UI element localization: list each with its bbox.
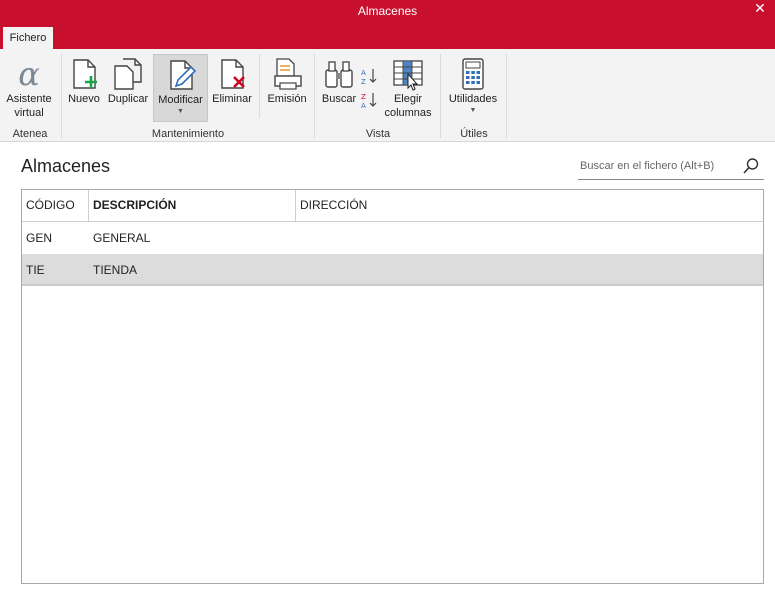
group-label-atenea: Atenea xyxy=(12,128,48,140)
calculator-icon xyxy=(462,58,484,90)
group-divider xyxy=(61,54,62,138)
emision-button[interactable]: Emisión xyxy=(265,54,309,124)
emision-label: Emisión xyxy=(267,93,307,105)
svg-text:A: A xyxy=(361,69,366,77)
close-button[interactable]: ✕ xyxy=(745,0,775,22)
cell-descripcion: TIENDA xyxy=(93,263,138,277)
cell-direccion xyxy=(296,222,756,254)
duplicate-icon xyxy=(114,58,142,90)
buscar-button[interactable]: Buscar xyxy=(320,54,358,124)
page-title: Almacenes xyxy=(21,156,111,176)
search-input[interactable] xyxy=(578,157,733,175)
nuevo-button[interactable]: Nuevo xyxy=(66,54,102,124)
utilidades-button[interactable]: Utilidades ▼ xyxy=(445,54,501,124)
eliminar-button[interactable]: Eliminar xyxy=(210,54,254,124)
print-icon xyxy=(274,58,302,90)
group-label-utiles: Útiles xyxy=(460,128,488,140)
asistente-label-2: virtual xyxy=(14,107,44,119)
grid-header: CÓDIGO DESCRIPCIÓN DIRECCIÓN xyxy=(22,190,763,222)
sort-descending-icon[interactable]: Z A xyxy=(360,91,378,109)
elegir-columnas-button[interactable]: Elegir columnas xyxy=(382,54,434,124)
column-header-direccion[interactable]: DIRECCIÓN xyxy=(296,190,763,221)
group-label-vista: Vista xyxy=(365,128,391,140)
cell-descripcion: GENERAL xyxy=(93,231,151,245)
elegir-label-1: Elegir xyxy=(393,93,423,105)
modificar-label: Modificar xyxy=(158,94,203,106)
asistente-virtual-button[interactable]: α Asistente virtual xyxy=(3,54,55,124)
group-divider xyxy=(440,54,441,138)
column-header-descripcion[interactable]: DESCRIPCIÓN xyxy=(89,190,295,221)
search-box xyxy=(578,153,764,180)
eliminar-label: Eliminar xyxy=(212,93,252,105)
alpha-icon: α xyxy=(18,56,40,92)
group-divider xyxy=(314,54,315,138)
binoculars-icon xyxy=(325,61,353,88)
ribbon: α Asistente virtual Atenea Nuevo Duplica… xyxy=(0,49,775,142)
tab-fichero[interactable]: Fichero xyxy=(3,27,53,50)
table-row-selected[interactable]: TIE TIENDA xyxy=(22,254,763,286)
svg-text:α: α xyxy=(18,56,40,92)
window-title: Almacenes xyxy=(357,4,418,18)
chevron-down-icon: ▼ xyxy=(177,108,184,115)
sort-ascending-icon[interactable]: A Z xyxy=(360,67,378,85)
buscar-label: Buscar xyxy=(321,93,357,105)
elegir-label-2: columnas xyxy=(384,107,432,119)
utilidades-label: Utilidades xyxy=(448,93,498,105)
cell-direccion xyxy=(296,254,756,286)
cell-codigo: GEN xyxy=(26,231,53,245)
asistente-label-1: Asistente xyxy=(6,93,52,105)
group-divider xyxy=(259,54,260,118)
group-divider xyxy=(506,54,507,138)
svg-text:Z: Z xyxy=(361,93,366,101)
nuevo-label: Nuevo xyxy=(68,93,100,105)
delete-document-icon xyxy=(221,59,245,89)
cell-codigo: TIE xyxy=(26,263,45,277)
duplicar-label: Duplicar xyxy=(107,93,149,105)
edit-document-icon xyxy=(169,60,196,90)
duplicar-button[interactable]: Duplicar xyxy=(105,54,151,124)
title-bar: Almacenes ✕ xyxy=(0,0,775,24)
ribbon-tab-strip: Fichero xyxy=(0,24,775,50)
column-header-codigo[interactable]: CÓDIGO xyxy=(22,190,88,221)
search-icon[interactable] xyxy=(742,157,760,175)
close-icon: ✕ xyxy=(754,0,766,16)
chevron-down-icon: ▼ xyxy=(469,107,477,114)
data-grid: CÓDIGO DESCRIPCIÓN DIRECCIÓN GEN GENERAL… xyxy=(21,189,764,584)
modificar-button[interactable]: Modificar ▼ xyxy=(153,54,208,122)
svg-text:Z: Z xyxy=(361,78,366,85)
table-row[interactable]: GEN GENERAL xyxy=(22,222,763,254)
svg-text:A: A xyxy=(361,102,366,109)
columns-icon xyxy=(393,60,423,91)
group-label-mantenimiento: Mantenimiento xyxy=(151,128,225,140)
new-document-icon xyxy=(73,59,97,89)
